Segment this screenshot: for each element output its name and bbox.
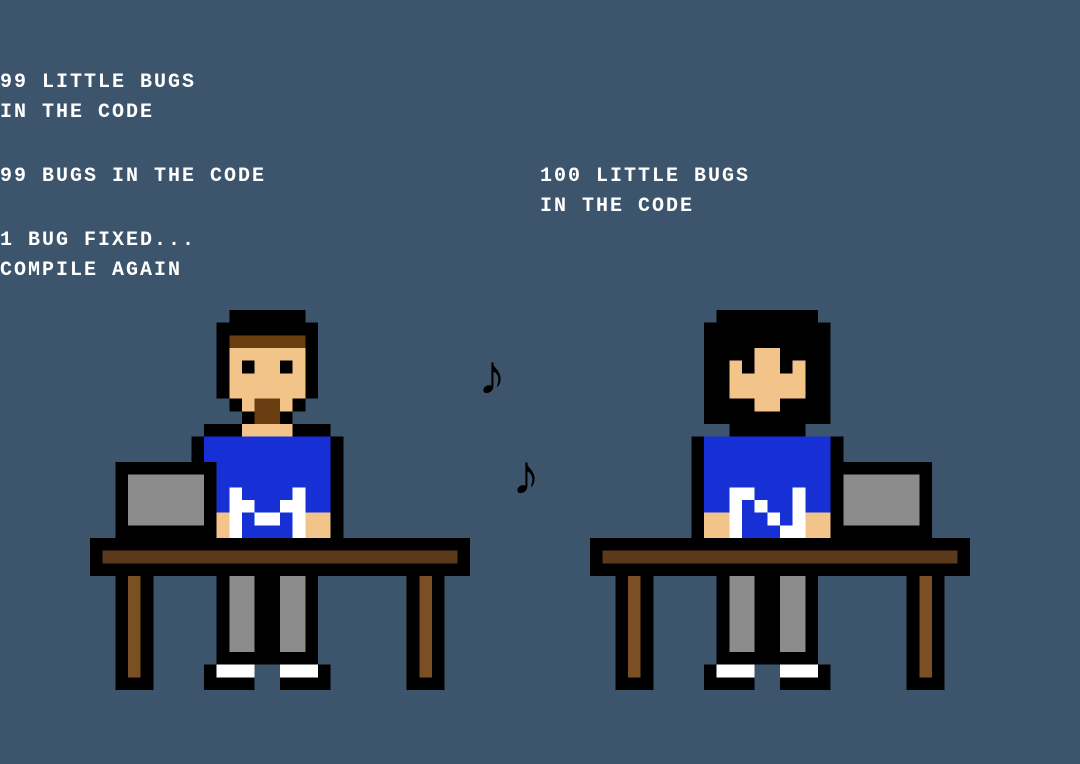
programmer-right-pixelart: [590, 310, 970, 715]
caption-left-3: 1 BUG FIXED... COMPILE AGAIN: [0, 226, 540, 286]
music-note-icon: ♪: [512, 442, 540, 507]
programmer-left-pixelart: [90, 310, 470, 715]
caption-left-1: 99 LITTLE BUGS IN THE CODE: [0, 68, 540, 128]
caption-left-2: 99 BUGS IN THE CODE: [0, 162, 540, 192]
caption-right-1: 100 LITTLE BUGS IN THE CODE: [540, 162, 1080, 222]
music-note-icon: ♪: [478, 342, 506, 407]
